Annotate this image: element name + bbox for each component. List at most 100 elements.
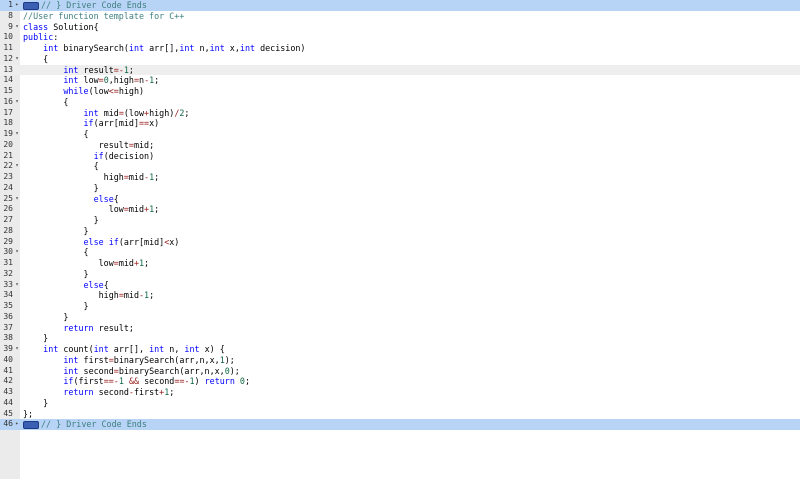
code-token: ;	[244, 376, 251, 387]
code-line[interactable]: 24 }	[0, 183, 800, 194]
fold-open-icon[interactable]: ▾	[14, 280, 20, 291]
code-token: ==-	[174, 376, 190, 387]
code-token: ;	[149, 290, 155, 301]
code-line[interactable]: 38 }	[0, 333, 800, 344]
fold-open-icon[interactable]: ▾	[14, 54, 20, 65]
code-text: }	[23, 215, 800, 226]
code-line[interactable]: 21 if(decision)	[0, 151, 800, 162]
line-number: 8	[8, 10, 13, 20]
code-token: second	[93, 387, 129, 397]
code-line[interactable]: 10 public:	[0, 32, 800, 43]
code-line[interactable]: 25 ▾ else{	[0, 194, 800, 205]
code-line[interactable]: 27 }	[0, 215, 800, 226]
code-line[interactable]: 29 else if(arr[mid]<x)	[0, 237, 800, 248]
code-token: }	[23, 268, 89, 279]
code-line[interactable]: 30 ▾ {	[0, 247, 800, 258]
code-token: );	[229, 365, 240, 376]
code-text: low=mid+1;	[23, 258, 800, 269]
code-token: int	[239, 43, 256, 53]
code-text: low=mid+1;	[23, 204, 800, 215]
code-line[interactable]: 1 ▸ // } Driver Code Ends	[0, 0, 800, 11]
fold-open-icon[interactable]: ▾	[14, 247, 20, 258]
code-line[interactable]: 22 ▾ {	[0, 161, 800, 172]
line-number: 32	[3, 268, 13, 278]
code-line[interactable]: 26 low=mid+1;	[0, 204, 800, 215]
code-token: ;	[154, 172, 160, 182]
line-number: 19	[3, 129, 13, 138]
code-line[interactable]: 44 }	[0, 398, 800, 409]
code-line[interactable]: 31 low=mid+1;	[0, 258, 800, 269]
code-token: =-	[113, 64, 124, 75]
code-line[interactable]: 16 ▾ {	[0, 97, 800, 108]
code-line[interactable]: 23 high=mid-1;	[0, 172, 800, 183]
line-number: 16	[3, 96, 13, 106]
code-line[interactable]: 28 }	[0, 226, 800, 237]
line-number: 43	[3, 387, 13, 396]
code-line[interactable]: 35 }	[0, 301, 800, 312]
code-line[interactable]: 9 ▾ class Solution{	[0, 22, 800, 33]
code-token: {	[113, 193, 119, 204]
fold-open-icon[interactable]: ▾	[14, 194, 20, 205]
code-line[interactable]: 17 int mid=(low+high)/2;	[0, 108, 800, 119]
code-text: {	[23, 129, 800, 140]
line-number: 25	[3, 193, 13, 203]
code-line[interactable]: 42 if(first==-1 && second==-1) return 0;	[0, 376, 800, 387]
code-editor[interactable]: 1 ▸// } Driver Code Ends 8//User function …	[0, 0, 800, 479]
fold-open-icon[interactable]: ▾	[14, 161, 20, 172]
line-number: 26	[3, 204, 13, 214]
code-token: if	[63, 376, 74, 387]
code-line[interactable]: 14 int low=0,high=n-1;	[0, 75, 800, 86]
code-text: int result=-1;	[23, 65, 800, 76]
folded-code-widget-icon[interactable]	[23, 420, 39, 429]
code-line[interactable]: 45};	[0, 409, 800, 420]
code-token: }	[23, 215, 99, 225]
code-lines[interactable]: 1 ▸// } Driver Code Ends 8//User function …	[0, 0, 800, 430]
code-token: return	[63, 322, 94, 333]
fold-open-icon[interactable]: ▾	[14, 344, 20, 355]
line-number: 27	[3, 215, 13, 224]
code-line[interactable]: 13 int result=-1;	[0, 64, 800, 76]
fold-open-icon[interactable]: ▾	[14, 22, 20, 33]
code-text: if(decision)	[23, 151, 800, 162]
line-number: 39	[3, 344, 13, 353]
fold-closed-icon[interactable]: ▸	[14, 0, 20, 11]
code-token: high	[23, 172, 124, 182]
fold-open-icon[interactable]: ▾	[14, 97, 20, 108]
fold-closed-icon[interactable]: ▸	[14, 419, 20, 430]
code-line[interactable]: 39 ▾ int count(int arr[], int n, int x) {	[0, 344, 800, 355]
code-text: public:	[23, 32, 800, 43]
code-line[interactable]: 33 ▾ else{	[0, 280, 800, 291]
line-number: 42	[3, 376, 13, 386]
code-line[interactable]: 11 int binarySearch(int arr[],int n,int …	[0, 43, 800, 54]
line-number: 10	[3, 32, 13, 42]
folded-code-widget-icon[interactable]	[23, 1, 39, 10]
code-token: (arr[mid]	[118, 236, 165, 247]
code-line[interactable]: 46 ▸ // } Driver Code Ends	[0, 419, 800, 430]
line-number: 24	[3, 182, 13, 192]
code-line[interactable]: 43 return second-first+1;	[0, 387, 800, 398]
code-line[interactable]: 18 if(arr[mid]==x)	[0, 118, 800, 129]
code-line[interactable]: 40 int first=binarySearch(arr,n,x,1);	[0, 355, 800, 366]
code-token: ==-	[103, 376, 119, 387]
line-number: 15	[3, 86, 13, 95]
code-token: class	[23, 21, 49, 32]
code-line[interactable]: 15 while(low<=high)	[0, 86, 800, 97]
code-line[interactable]: 8 //User function template for C++	[0, 11, 800, 22]
code-line[interactable]: 41 int second=binarySearch(arr,n,x,0);	[0, 366, 800, 377]
code-line[interactable]: 12 ▾ {	[0, 54, 800, 65]
code-line[interactable]: 32 }	[0, 269, 800, 280]
code-token: int	[63, 64, 79, 75]
code-line[interactable]: 36 }	[0, 312, 800, 323]
code-token: }	[23, 225, 89, 236]
code-token: high)	[118, 86, 145, 96]
fold-open-icon[interactable]: ▾	[14, 129, 20, 140]
code-token: binarySearch(	[58, 43, 129, 53]
code-line[interactable]: 19 ▾ {	[0, 129, 800, 140]
code-line[interactable]: 20 result=mid;	[0, 140, 800, 151]
line-number: 11	[3, 43, 13, 52]
code-line[interactable]: 37 return result;	[0, 323, 800, 334]
code-line[interactable]: 34 high=mid-1;	[0, 290, 800, 301]
